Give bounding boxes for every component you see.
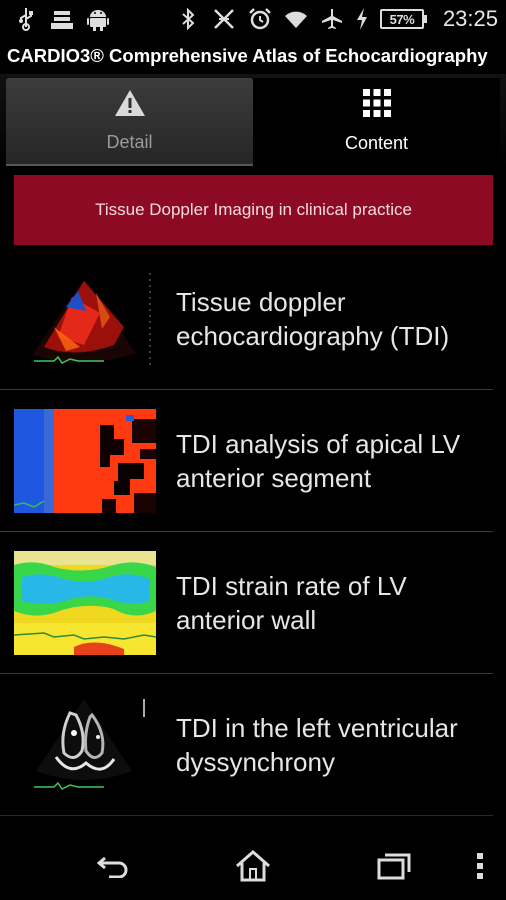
tab-content[interactable]: Content: [253, 78, 500, 166]
list-item[interactable]: TDI analysis of apical LV anterior segme…: [0, 390, 493, 532]
airplane-mode-icon: [320, 7, 344, 31]
tab-detail-label: Detail: [106, 132, 153, 152]
list-item-title: Tissue doppler echocardiography (TDI): [176, 286, 450, 351]
charging-icon: [356, 7, 368, 31]
bluetooth-icon: [176, 7, 200, 31]
list-item[interactable]: TDI strain rate of LV anterior wall: [0, 532, 493, 674]
android-icon: [86, 7, 110, 31]
app-title-bar: CARDIO3® Comprehensive Atlas of Echocard…: [0, 38, 506, 74]
list-item[interactable]: Tissue doppler echocardiography (TDI): [0, 248, 493, 390]
usb-icon: [14, 7, 38, 31]
echo-grayscale-thumbnail: [14, 692, 156, 797]
list-item-title: TDI in the left ventricular dyssynchrony: [176, 712, 458, 777]
list-item-title: TDI strain rate of LV anterior wall: [176, 570, 407, 635]
status-bar: 57% 23:25: [0, 0, 506, 38]
app-title: CARDIO3® Comprehensive Atlas of Echocard…: [7, 45, 488, 66]
warning-icon: [114, 89, 146, 122]
overflow-menu-icon[interactable]: [470, 848, 490, 884]
battery-indicator: 57%: [379, 9, 427, 29]
content-list: Tissue doppler echocardiography (TDI) TD…: [0, 248, 506, 816]
list-item[interactable]: TDI in the left ventricular dyssynchrony: [0, 674, 493, 816]
system-nav-bar: [0, 830, 506, 900]
file-download-icon: [50, 7, 74, 31]
list-item-title: TDI analysis of apical LV anterior segme…: [176, 428, 461, 493]
section-title: Tissue Doppler Imaging in clinical pract…: [95, 200, 412, 219]
alarm-icon: [248, 7, 272, 31]
tab-bar: Detail Content: [0, 74, 506, 170]
back-icon[interactable]: [94, 848, 134, 884]
status-right-icons: 57% 23:25: [176, 6, 498, 32]
tab-content-label: Content: [344, 133, 409, 153]
echo-thumbnail: [14, 266, 156, 371]
strain-rate-thumbnail: [14, 550, 156, 655]
grid-icon: [362, 88, 392, 123]
section-header: Tissue Doppler Imaging in clinical pract…: [14, 175, 493, 245]
battery-tip: [423, 15, 427, 23]
tdi-color-map-thumbnail: [14, 408, 156, 513]
status-left-icons: [14, 7, 110, 31]
tab-detail[interactable]: Detail: [6, 78, 253, 166]
recent-apps-icon[interactable]: [374, 848, 414, 884]
battery-percent: 57%: [379, 9, 424, 29]
nfc-icon: [212, 7, 236, 31]
status-clock: 23:25: [442, 6, 498, 31]
wifi-icon: [284, 7, 308, 31]
home-icon[interactable]: [233, 848, 273, 884]
